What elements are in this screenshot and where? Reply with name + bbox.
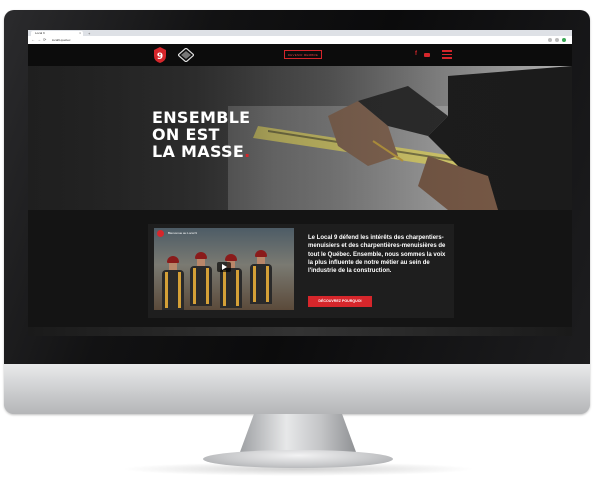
intro-text: Le Local 9 défend les intérêts des charp… (308, 235, 446, 275)
hero-period: . (244, 142, 251, 161)
url-input[interactable]: local9.quebec (52, 37, 71, 43)
extension-icon[interactable] (555, 38, 559, 42)
forward-icon[interactable]: → (37, 37, 41, 43)
monitor-stand-base (203, 450, 393, 468)
hero-carpenter-image (28, 66, 572, 210)
bottom-image-strip (28, 327, 572, 336)
intro-section: Bienvenue au Local 9 Le Local 9 défend l… (28, 210, 572, 336)
video-title: Bienvenue au Local 9 (168, 231, 197, 235)
worker-figure (250, 250, 272, 310)
facebook-icon[interactable]: f (415, 50, 417, 59)
channel-logo-icon (157, 230, 164, 237)
site-header: 9 DEVENIR MEMBRE f (28, 44, 572, 66)
hero-line-1: ENSEMBLE (152, 108, 251, 127)
extension-icon[interactable] (548, 38, 552, 42)
hero-banner: ENSEMBLE ON EST LA MASSE. (28, 66, 572, 210)
reload-icon[interactable]: ⟳ (43, 37, 46, 43)
devenir-membre-button[interactable]: DEVENIR MEMBRE (284, 50, 322, 59)
hero-line-2: ON EST (152, 125, 220, 144)
worker-figure (190, 252, 212, 310)
hamburger-menu-icon[interactable] (442, 50, 452, 59)
monitor-chin (4, 364, 590, 414)
intro-panel: Bienvenue au Local 9 Le Local 9 défend l… (148, 224, 454, 318)
decouvrez-pourquoi-button[interactable]: DÉCOUVREZ POURQUOI (308, 296, 372, 307)
back-icon[interactable]: ← (31, 37, 35, 43)
browser-tab-title: Local 9 (35, 31, 45, 35)
hero-heading: ENSEMBLE ON EST LA MASSE. (152, 109, 251, 160)
union-logo[interactable] (178, 48, 194, 62)
youtube-icon[interactable] (424, 53, 430, 57)
hero-line-3: LA MASSE (152, 142, 245, 161)
video-player[interactable]: Bienvenue au Local 9 (154, 228, 294, 310)
worker-figure (162, 256, 184, 310)
local9-logo[interactable]: 9 (153, 47, 167, 63)
logo-number: 9 (157, 52, 163, 62)
monitor-stand-neck (240, 414, 356, 452)
play-icon[interactable] (217, 262, 231, 272)
browser-screen: Local 9 × + ← → ⟳ local9.quebec 9 DEVENI… (28, 30, 572, 336)
profile-avatar[interactable] (562, 38, 566, 42)
